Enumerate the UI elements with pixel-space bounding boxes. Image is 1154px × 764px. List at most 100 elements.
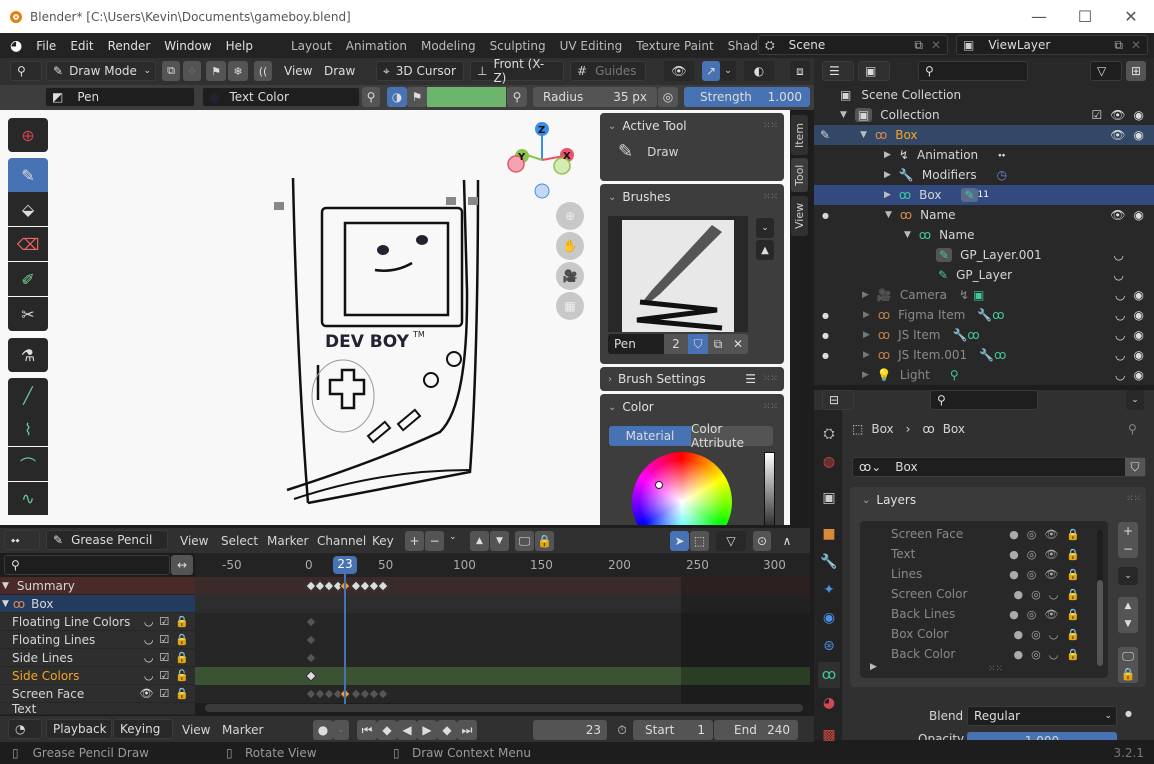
layer-down-icon[interactable]: ▼ (490, 531, 509, 551)
layer-row[interactable]: Screen Face ● ◎ 👁 🔒 (870, 524, 1100, 544)
color-swatch[interactable] (427, 87, 506, 107)
onion-skin-icon[interactable]: ◎ (1031, 588, 1041, 601)
tool-eyedropper[interactable]: ⚗ (8, 338, 48, 372)
checkbox-icon[interactable]: ☑ (159, 615, 169, 628)
onion-skin-icon[interactable]: ◎ (1027, 548, 1037, 561)
close-button[interactable]: ✕ (1108, 0, 1154, 33)
eye-closed-icon[interactable]: ◡ (1114, 268, 1124, 282)
lock-icon[interactable]: 🔒 (175, 615, 189, 628)
navigation-gizmo[interactable]: Z X Y (500, 118, 600, 218)
eye-closed-icon[interactable]: ◡ (144, 651, 154, 664)
play-reverse-icon[interactable]: ◀ (397, 720, 417, 740)
outliner-row-box-object[interactable]: ✎ ▼ ꝏ Box 👁 ◉ (814, 125, 1154, 145)
next-keyframe-icon[interactable]: ◆ (437, 720, 457, 740)
properties-editor-type[interactable]: ⊟ (822, 390, 854, 410)
scene-tab-icon[interactable]: ⛭ (818, 421, 840, 447)
layer-specials-dropdown[interactable]: ⌄ (1118, 567, 1138, 585)
channel-layer[interactable]: Screen Face 👁 ☑ 🔒 (0, 685, 195, 703)
maximize-button[interactable]: ☐ (1062, 0, 1108, 33)
remove-layer-button[interactable]: − (1118, 540, 1138, 558)
outliner-row-camera[interactable]: ▶ 🎥 Camera ↯ ▣ ◡ ◉ (814, 285, 1154, 305)
dopesheet-menu-key[interactable]: Key (372, 534, 394, 548)
pin-icon[interactable]: ⚲ (1128, 422, 1137, 436)
brush-selector[interactable]: ◩ Pen (45, 87, 195, 107)
color-wheel[interactable] (632, 452, 732, 525)
color-header[interactable]: ⌄ Color ⁙⁙ (600, 394, 784, 420)
drag-grip-icon[interactable]: ⁙⁙ (763, 121, 778, 131)
minimize-button[interactable]: — (1016, 0, 1062, 33)
blender-menu-icon[interactable]: ◕ (0, 38, 29, 54)
dopesheet-menu-select[interactable]: Select (221, 534, 258, 548)
duplicate-brush-icon[interactable]: ⧉ (708, 334, 728, 354)
dopesheet-menu-channel[interactable]: Channel (317, 534, 366, 548)
dopesheet-menu-marker[interactable]: Marker (267, 534, 308, 548)
fake-user-shield-icon[interactable]: ⛉ (688, 334, 708, 354)
visibility-dropdown[interactable]: 👁 (664, 61, 694, 81)
eye-closed-icon[interactable]: ◡ (1049, 588, 1059, 601)
outliner-row-js-item-001[interactable]: ● ▶ ꝏ JS Item.001 🔧 ꝏ ◡ ◉ (814, 345, 1154, 365)
toggle-xray-icon[interactable]: ⧈ (790, 61, 810, 81)
blend-dropdown[interactable]: Regular ⌄ (967, 706, 1117, 726)
orientation-dropdown[interactable]: ⊥ Front (X-Z) (470, 57, 564, 85)
channel-search-input[interactable]: ⚲ (4, 555, 170, 575)
eye-closed-icon[interactable]: ◡ (1115, 348, 1125, 362)
jump-end-icon[interactable]: ⏭ (457, 720, 477, 740)
eye-icon[interactable]: 👁 (139, 687, 153, 700)
outliner-search-input[interactable]: ⚲ (918, 61, 1028, 81)
add-layer-button[interactable]: + (1118, 522, 1138, 540)
chevron-down-icon[interactable]: ⌄ (449, 532, 457, 542)
current-frame-field[interactable]: 23 (533, 720, 607, 740)
brush-name-field[interactable]: Pen (608, 334, 664, 354)
brush-preview-frame[interactable] (608, 216, 748, 332)
timeline-menu-view[interactable]: View (182, 723, 210, 737)
material-tab-icon[interactable]: ◕ (818, 690, 840, 716)
npanel-tab-tool[interactable]: Tool (791, 158, 808, 192)
material-selector[interactable]: ● Text Color (202, 87, 360, 107)
outliner-row-box-data[interactable]: ▶ ꝏ Box ✎ 11 (814, 185, 1154, 205)
lock-icon[interactable]: 🔒 (1066, 588, 1080, 601)
tab-color-attribute[interactable]: Color Attribute (691, 422, 773, 450)
delete-view-layer-icon[interactable]: ✕ (1131, 38, 1141, 52)
eye-closed-icon[interactable]: ◡ (144, 669, 154, 682)
viewport-menu-view[interactable]: View (284, 64, 312, 78)
channel-layer[interactable]: Text (0, 703, 195, 715)
outliner-filter-view[interactable]: ▣ (858, 61, 890, 81)
properties-options-dropdown[interactable]: ⌄ (1126, 390, 1144, 410)
lock-icon[interactable]: 🔒 (1066, 608, 1080, 621)
checkbox-icon[interactable]: ☑ (159, 651, 169, 664)
keyframe-dot-icon[interactable]: ● (1125, 709, 1132, 718)
outliner-row-light[interactable]: ▶ 💡 Light ⚲ ◡ ◉ (814, 365, 1154, 385)
material-mode-icon[interactable]: ◑ (387, 87, 407, 107)
value-slider[interactable] (764, 452, 775, 525)
camera-render-icon[interactable]: ◉ (1134, 308, 1144, 322)
perspective-grid-icon[interactable]: ▦ (556, 292, 584, 320)
eye-icon[interactable]: 👁 (1110, 128, 1125, 142)
outliner-row-modifiers[interactable]: ▶ 🔧 Modifiers ◷ (814, 165, 1154, 185)
camera-render-icon[interactable]: ◉ (1134, 328, 1144, 342)
brush-list-dropdown[interactable]: ⌄ (756, 218, 774, 238)
effects-tab-icon[interactable]: ✦ (818, 577, 840, 603)
timeline-menu-marker[interactable]: Marker (222, 723, 263, 737)
layer-row[interactable]: Box Color ● ◎ ◡ 🔒 (870, 624, 1100, 644)
opacity-slider[interactable]: 1.000 (967, 732, 1117, 740)
menu-file[interactable]: File (29, 39, 63, 53)
layers-scrollbar[interactable] (1097, 530, 1103, 666)
play-icon[interactable]: ▶ (417, 720, 437, 740)
layer-row[interactable]: Back Color ● ◎ ◡ 🔒 (870, 644, 1100, 664)
tool-fill[interactable]: ⬙ (8, 192, 48, 226)
list-resize-grip-icon[interactable]: ⁙⁙ (988, 664, 1003, 674)
onion-skin-icon[interactable]: ◎ (1027, 568, 1037, 581)
channel-layer[interactable]: Floating Line Colors ◡ ☑ 🔒 (0, 613, 195, 631)
outliner-row-name-object[interactable]: ● ▼ ꝏ Name 👁 ◉ (814, 205, 1154, 225)
zoom-icon[interactable]: ⊕ (556, 202, 584, 230)
eye-closed-icon[interactable]: ◡ (1115, 308, 1125, 322)
overlay-stroke-icon[interactable]: ⚑ (206, 61, 226, 81)
checkbox-icon[interactable]: ☑ (159, 687, 169, 700)
lock-icon[interactable]: 🔒 (535, 531, 554, 551)
menu-help[interactable]: Help (219, 39, 260, 53)
outliner-row-name-data[interactable]: ▼ ꝏ Name (814, 225, 1154, 245)
stopwatch-icon[interactable]: ⏱ (612, 720, 632, 740)
layer-row[interactable]: Screen Color ● ◎ ◡ 🔒 (870, 584, 1100, 604)
pressure-icon[interactable]: ◎ (658, 87, 678, 107)
tool-cursor[interactable]: ⊕ (8, 118, 48, 152)
